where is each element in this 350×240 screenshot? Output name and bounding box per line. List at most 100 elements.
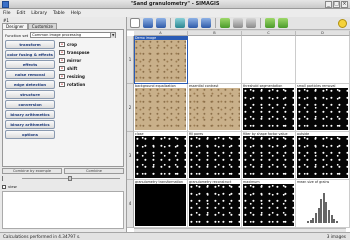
function-label: transpose xyxy=(67,50,90,55)
function-item[interactable]: x rotation xyxy=(59,81,90,88)
zoom-slider[interactable] xyxy=(2,176,124,182)
open-icon[interactable] xyxy=(143,18,153,28)
run-icon[interactable] xyxy=(220,18,230,28)
function-item[interactable]: x resizing xyxy=(59,73,90,80)
cell-image xyxy=(297,136,348,178)
table-cell[interactable]: mean size of grains xyxy=(296,180,350,228)
cell-image xyxy=(189,184,240,226)
table-cell[interactable]: outside xyxy=(296,132,350,180)
category-binary-arithmetics[interactable]: binary arithmetics xyxy=(5,110,55,119)
designer-panel: Function set Common image processing ▼ t… xyxy=(2,29,124,167)
row-header[interactable]: 1 xyxy=(127,36,134,84)
cell-image xyxy=(243,184,294,226)
menu-file[interactable]: File xyxy=(3,11,11,16)
menu-library[interactable]: Library xyxy=(31,11,47,16)
category-noise-removal[interactable]: noise removal xyxy=(5,70,55,79)
menu-bar: File Edit Library Table Help xyxy=(0,9,350,17)
table-cell[interactable]: essential contrast xyxy=(188,84,242,132)
minimize-button[interactable]: _ xyxy=(325,1,332,8)
table-cell[interactable]: Demo image xyxy=(134,36,188,84)
menu-edit[interactable]: Edit xyxy=(17,11,26,16)
cell-image xyxy=(135,136,186,178)
new-document-icon[interactable] xyxy=(130,18,140,28)
function-label: mirror xyxy=(67,58,82,63)
row-header[interactable]: 2 xyxy=(127,84,134,132)
chevron-down-icon[interactable]: ▼ xyxy=(110,33,116,38)
title-bar: "Sand granulometry" - SIMAGIS _ □ × xyxy=(0,0,350,9)
help-icon[interactable] xyxy=(338,18,347,28)
category-color-fusing[interactable]: color fusing & effects xyxy=(5,50,55,59)
cell-image xyxy=(243,136,294,178)
redo-icon[interactable] xyxy=(246,18,256,28)
table-cell[interactable]: maximum xyxy=(242,180,296,228)
combine-button[interactable]: Combine xyxy=(64,168,124,174)
function-icon: x xyxy=(59,58,65,63)
cell-label xyxy=(242,36,295,40)
table-cell[interactable]: background equalization xyxy=(134,84,188,132)
toolbar-separator xyxy=(215,18,216,28)
category-options[interactable]: options xyxy=(5,130,55,139)
table-cell[interactable] xyxy=(296,36,350,84)
menu-help[interactable]: Help xyxy=(71,11,81,16)
table-cell[interactable]: close xyxy=(134,132,188,180)
function-icon: x xyxy=(59,50,65,55)
cell-image xyxy=(189,88,240,130)
undo-icon[interactable] xyxy=(233,18,243,28)
category-conversion[interactable]: conversion xyxy=(5,100,55,109)
function-icon: x xyxy=(59,74,65,79)
function-label: crop xyxy=(67,42,77,47)
table-cell[interactable]: small particles removal xyxy=(296,84,350,132)
toolbar-separator xyxy=(260,18,261,28)
function-label: shift xyxy=(67,66,78,71)
table-cell[interactable]: granulometry transformation xyxy=(134,180,188,228)
histogram-bar xyxy=(335,221,338,223)
table-cell[interactable] xyxy=(188,36,242,84)
function-item[interactable]: x crop xyxy=(59,41,90,48)
function-label: resizing xyxy=(67,74,85,79)
row-header[interactable]: 3 xyxy=(127,132,134,180)
status-bar: Calculations performed in 4.34797 s. 3 i… xyxy=(0,232,350,240)
cell-image xyxy=(135,184,186,226)
save-icon[interactable] xyxy=(156,18,166,28)
function-item[interactable]: x transpose xyxy=(59,49,90,56)
row-header[interactable]: 4 xyxy=(127,180,134,228)
info-area xyxy=(2,191,124,229)
table-cell[interactable]: threshold segmentation xyxy=(242,84,296,132)
toolbar xyxy=(127,17,350,30)
table-cell[interactable] xyxy=(242,36,296,84)
status-count: 3 images xyxy=(326,234,346,239)
function-item[interactable]: x mirror xyxy=(59,57,90,64)
category-transform[interactable]: transform xyxy=(5,40,55,49)
function-label: rotation xyxy=(67,82,86,87)
maximize-button[interactable]: □ xyxy=(333,1,340,8)
menu-table[interactable]: Table xyxy=(53,11,65,16)
cell-image xyxy=(135,88,186,130)
insert-row-icon[interactable] xyxy=(265,18,275,28)
table-cell[interactable]: granulometry reconstruct xyxy=(188,180,242,228)
category-effects[interactable]: effects xyxy=(5,60,55,69)
window-title: "Sand granulometry" - SIMAGIS xyxy=(130,1,220,7)
category-list: transform color fusing & effects effects… xyxy=(5,40,55,139)
category-binary-arithmetics-2[interactable]: binary arithmetics xyxy=(5,120,55,129)
view-checkbox[interactable] xyxy=(2,184,6,189)
category-structure[interactable]: structure xyxy=(5,90,55,99)
paste-icon[interactable] xyxy=(201,18,211,28)
function-set-select[interactable]: Common image processing ▼ xyxy=(30,32,117,38)
function-item[interactable]: x shift xyxy=(59,65,90,72)
category-edge-detection[interactable]: edge detection xyxy=(5,80,55,89)
insert-column-icon[interactable] xyxy=(278,18,288,28)
function-set-value: Common image processing xyxy=(32,33,82,37)
copy-icon[interactable] xyxy=(188,18,198,28)
table-cell[interactable]: fill pores xyxy=(188,132,242,180)
histogram-image xyxy=(297,184,348,226)
table-cell[interactable]: filter by shape factor value xyxy=(242,132,296,180)
cut-icon[interactable] xyxy=(175,18,185,28)
cell-image xyxy=(243,88,294,130)
status-text: Calculations performed in 4.34797 s. xyxy=(3,234,81,239)
function-list: x crop x transpose x mirror x shift x resizin… xyxy=(59,41,90,88)
slider-knob[interactable] xyxy=(68,176,72,181)
close-button[interactable]: × xyxy=(341,1,348,8)
cell-label xyxy=(188,36,241,40)
function-icon: x xyxy=(59,42,65,47)
combine-by-example-button[interactable]: Combine by example xyxy=(2,168,62,174)
